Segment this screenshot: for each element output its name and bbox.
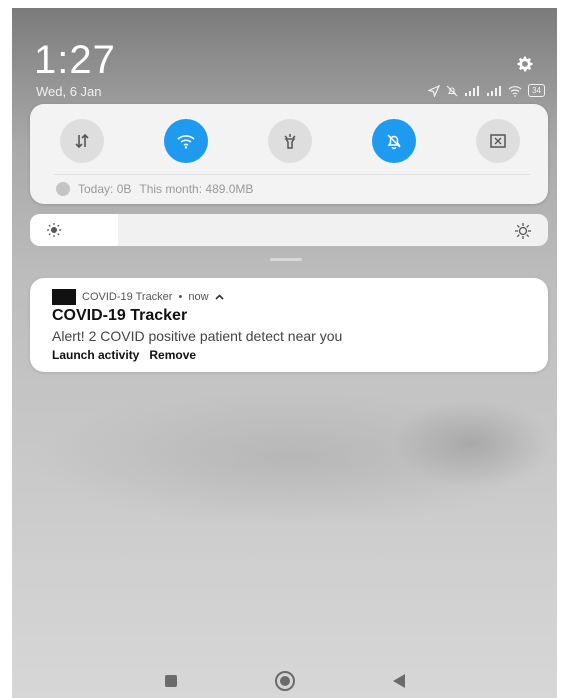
signal-icon bbox=[465, 85, 480, 96]
chevron-up-icon[interactable] bbox=[214, 294, 224, 300]
flashlight-toggle[interactable] bbox=[268, 119, 312, 163]
mobile-data-toggle[interactable] bbox=[60, 119, 104, 163]
notification-header: COVID-19 Tracker • now bbox=[52, 289, 224, 305]
home-dot-icon bbox=[279, 676, 290, 686]
home-button[interactable] bbox=[274, 671, 295, 691]
clock: 1:27 bbox=[34, 38, 116, 82]
wifi-icon bbox=[177, 135, 195, 149]
notification-body: Alert! 2 COVID positive patient detect n… bbox=[52, 328, 343, 344]
bell-off-icon bbox=[446, 85, 458, 96]
separator-dot: • bbox=[178, 291, 183, 303]
notification-time: now bbox=[188, 291, 209, 303]
bell-off-icon bbox=[387, 134, 401, 150]
status-icons: 34 bbox=[428, 84, 545, 97]
signal-icon bbox=[487, 85, 502, 96]
background-blur bbox=[392, 398, 552, 488]
brightness-low-icon bbox=[47, 223, 61, 237]
settings-gear-icon[interactable] bbox=[515, 54, 535, 74]
location-icon bbox=[428, 84, 441, 97]
quick-settings-panel: Today: 0B This month: 489.0MB bbox=[30, 104, 548, 204]
screenshot-icon bbox=[490, 134, 506, 148]
notification-title: COVID-19 Tracker bbox=[52, 307, 188, 324]
battery-icon: 34 bbox=[528, 84, 545, 97]
recents-button[interactable] bbox=[164, 675, 177, 687]
data-month: This month: 489.0MB bbox=[139, 182, 254, 196]
brightness-slider[interactable] bbox=[30, 214, 548, 246]
launch-activity-button[interactable]: Launch activity bbox=[52, 348, 139, 362]
silent-toggle[interactable] bbox=[372, 119, 416, 163]
flashlight-icon bbox=[284, 134, 296, 149]
data-usage[interactable]: Today: 0B This month: 489.0MB bbox=[56, 182, 253, 196]
divider bbox=[54, 174, 530, 175]
screenshot-toggle[interactable] bbox=[476, 119, 520, 163]
notification-card[interactable]: COVID-19 Tracker • now COVID-19 Tracker … bbox=[30, 278, 548, 372]
back-button[interactable] bbox=[392, 674, 405, 688]
brightness-fill bbox=[30, 214, 119, 246]
drag-handle[interactable] bbox=[270, 258, 302, 261]
notification-shade: 1:27 Wed, 6 Jan 34 Today: 0B This month:… bbox=[12, 8, 557, 698]
notification-app-name: COVID-19 Tracker bbox=[82, 291, 173, 303]
data-transfer-icon bbox=[75, 133, 89, 149]
quick-settings-tiles bbox=[60, 119, 520, 163]
navigation-bar bbox=[12, 664, 557, 698]
remove-button[interactable]: Remove bbox=[149, 348, 196, 362]
data-usage-icon bbox=[56, 182, 70, 196]
wifi-toggle[interactable] bbox=[164, 119, 208, 163]
date: Wed, 6 Jan bbox=[36, 84, 102, 99]
wifi-icon bbox=[508, 85, 522, 97]
data-today: Today: 0B bbox=[78, 182, 132, 196]
app-icon bbox=[52, 289, 76, 305]
brightness-high-icon bbox=[515, 223, 531, 239]
notification-actions: Launch activity Remove bbox=[52, 348, 196, 362]
